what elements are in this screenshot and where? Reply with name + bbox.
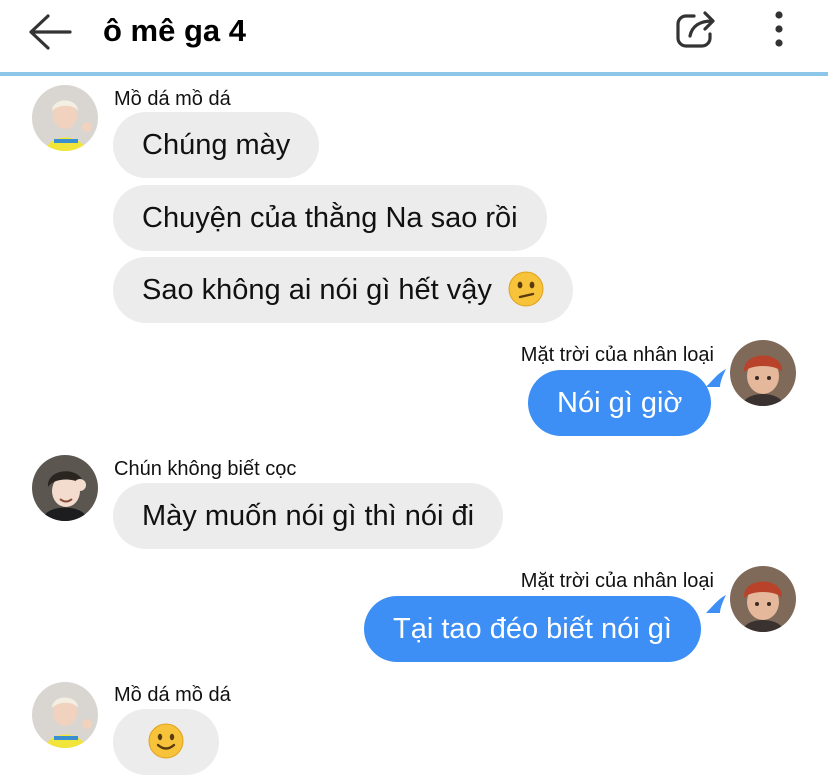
more-options-button[interactable] xyxy=(764,8,794,52)
share-button[interactable] xyxy=(672,8,722,52)
sender-name: Mồ dá mồ dá xyxy=(114,684,231,706)
message-bubble[interactable]: Mày muốn nói gì thì nói đi xyxy=(113,483,504,549)
message-text: Sao không ai nói gì hết vậy xyxy=(142,274,492,306)
chat-header: ô mê ga 4 xyxy=(0,0,828,74)
confused-face-emoji xyxy=(508,271,544,307)
bubble-tail xyxy=(706,595,726,613)
avatar-mo-da[interactable] xyxy=(32,85,98,151)
message-bubble[interactable]: Chúng mày xyxy=(113,112,320,178)
bubble-tail xyxy=(706,369,726,387)
message-bubble[interactable]: Nói gì giờ xyxy=(528,370,712,436)
message-bubble[interactable]: Sao không ai nói gì hết vậy xyxy=(113,257,573,323)
sender-name: Mặt trời của nhân loại xyxy=(520,344,714,366)
share-icon xyxy=(676,11,715,48)
slightly-smiling-face-emoji xyxy=(148,723,184,759)
conversation-title[interactable]: ô mê ga 4 xyxy=(103,10,246,52)
avatar-mat-troi[interactable] xyxy=(730,340,796,406)
sender-name: Chún không biết cọc xyxy=(114,458,297,480)
chat-screen: ô mê ga 4 Mồ dá mồ dá Chúng mày Chuyện c… xyxy=(0,0,828,782)
back-button[interactable] xyxy=(26,10,74,54)
message-bubble[interactable]: Tại tao đéo biết nói gì xyxy=(364,596,701,662)
message-bubble[interactable]: Chuyện của thằng Na sao rồi xyxy=(113,185,547,251)
sender-name: Mồ dá mồ dá xyxy=(114,88,231,110)
header-divider xyxy=(0,72,828,76)
avatar-mo-da[interactable] xyxy=(32,682,98,748)
avatar-chun[interactable] xyxy=(32,455,98,521)
avatar-mat-troi[interactable] xyxy=(730,566,796,632)
emoji-message-bubble[interactable] xyxy=(113,709,219,775)
more-vertical-icon xyxy=(775,11,783,47)
arrow-left-icon xyxy=(29,14,72,50)
sender-name: Mặt trời của nhân loại xyxy=(520,570,714,592)
